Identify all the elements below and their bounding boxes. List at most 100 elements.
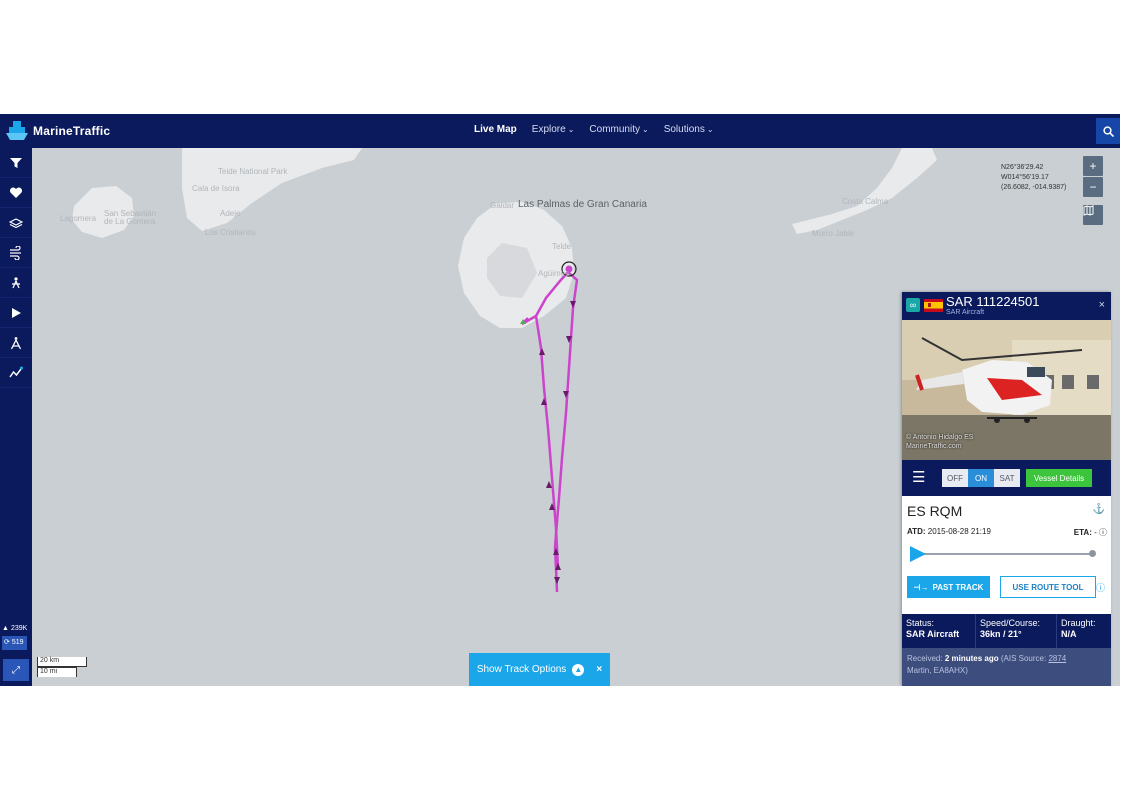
status-cell: Status: SAR Aircraft (902, 614, 976, 648)
vessel-count: ▲ 239K (2, 622, 27, 636)
brand-logo[interactable]: MarineTraffic (6, 121, 110, 141)
zoom-in-label: + (1089, 159, 1097, 173)
vessel-name: SAR 111224501 (946, 294, 1040, 309)
measure-icon (10, 336, 22, 349)
marinetraffic-app: MarineTraffic Live Map Explore ⌄ Communit… (0, 114, 1120, 686)
nav-live-map[interactable]: Live Map (474, 124, 517, 135)
place-cala-de-isora: Cala de Isora (192, 184, 240, 193)
nav-explore-label: Explore (531, 124, 566, 135)
search-button[interactable] (1096, 118, 1120, 144)
vessel-photo[interactable]: © Antonio Hidalgo ES MarineTraffic.com (902, 320, 1111, 460)
show-track-options-bar[interactable]: Show Track Options ▲ × (469, 653, 610, 686)
speed-value: 36kn / 21° (980, 629, 1022, 639)
layers-button[interactable] (0, 208, 32, 238)
favorites-button[interactable] (0, 178, 32, 208)
eta-field: ETA: - ⓘ (1074, 527, 1107, 538)
analytics-button[interactable] (0, 358, 32, 388)
draught-label: Draught: (1061, 618, 1096, 628)
scale-mi: 10 mi (37, 667, 77, 677)
selected-count-value: 519 (11, 639, 24, 646)
place-morro-jable: Morro Jable (812, 229, 855, 238)
selected-count[interactable]: ⟳ 519 (2, 636, 28, 650)
vessel-type: SAR Aircraft (946, 309, 985, 316)
close-panel-button[interactable]: × (1099, 299, 1105, 311)
status-value: SAR Aircraft (906, 629, 960, 639)
place-costa-calma: Costa Calma (842, 197, 889, 206)
photo-credit-author: © Antonio Hidalgo ES (906, 434, 974, 441)
vessel-info-panel: ∞ SAR 111224501 SAR Aircraft × © Antonio… (902, 292, 1111, 686)
coord-decimal: (26.6082, -014.9387) (1001, 184, 1067, 191)
place-adeje: Adeje (220, 209, 241, 218)
eta-value: - (1094, 528, 1097, 537)
nav-solutions[interactable]: Solutions ⌄ (664, 124, 714, 135)
place-teide-park: Teide National Park (218, 167, 288, 176)
map-type-button[interactable] (1083, 205, 1103, 225)
vessel-details-button[interactable]: Vessel Details (1026, 469, 1092, 487)
photo-credit: © Antonio Hidalgo ES MarineTraffic.com (906, 433, 973, 451)
view-mode-off[interactable]: OFF (942, 469, 968, 487)
fullscreen-icon: ⤢ (12, 664, 20, 676)
track-icon: ⊣→ (913, 582, 929, 592)
voyage-info: ES RQM ⚓ ATD: 2015-08-28 21:19 ETA: - ⓘ … (902, 496, 1111, 614)
route-info-icon[interactable]: ⓘ (1096, 581, 1105, 594)
refresh-icon: ⟳ (4, 639, 10, 646)
wind-icon (10, 245, 21, 260)
vessel-counters: ▲ 239K ⟳ 519 (2, 622, 28, 650)
search-icon (1102, 125, 1114, 137)
flag-spain-icon (924, 299, 943, 312)
chevron-up-icon[interactable]: ▲ (572, 663, 585, 676)
received-value: 2 minutes ago (944, 654, 999, 663)
vessel-count-value: 239K (10, 625, 28, 632)
past-track-label: PAST TRACK (932, 582, 984, 592)
link-icon[interactable]: ∞ (906, 298, 920, 312)
map-icon (1083, 205, 1094, 216)
density-button[interactable] (0, 268, 32, 298)
coord-lat: N26°36'29.42 (1001, 164, 1044, 171)
filter-button[interactable] (0, 148, 32, 178)
status-label: Status: (906, 618, 935, 628)
vessel-callsign: ES RQM (907, 503, 963, 519)
ais-source-link[interactable]: 2874 (1048, 654, 1066, 663)
analytics-icon (9, 366, 23, 377)
received-label: Received: (907, 654, 943, 663)
vessel-track (521, 271, 579, 593)
speed-label: Speed/Course: (980, 618, 1041, 628)
hamburger-menu-icon[interactable]: ☰ (912, 468, 925, 486)
vessel-toolbar: ☰ OFF ON SAT Vessel Details (902, 460, 1111, 496)
place-las-palmas: Las Palmas de Gran Canaria (518, 199, 647, 210)
anchor-help-icon[interactable]: ⚓ (1093, 504, 1105, 515)
nav-explore[interactable]: Explore ⌄ (532, 124, 575, 135)
top-navigation-bar: MarineTraffic Live Map Explore ⌄ Communit… (0, 114, 1120, 148)
speed-cell: Speed/Course: 36kn / 21° (976, 614, 1057, 648)
info-icon[interactable]: ⓘ (1099, 528, 1107, 537)
draught-value: N/A (1061, 629, 1077, 639)
atd-label: ATD: (907, 527, 926, 536)
cursor-coordinates: N26°36'29.42 W014°56'19.17 (26.6082, -01… (1001, 163, 1066, 193)
fullscreen-button[interactable]: ⤢ (3, 659, 29, 681)
scale-km: 20 km (37, 657, 87, 667)
nav-solutions-label: Solutions (663, 124, 705, 135)
measure-button[interactable] (0, 328, 32, 358)
draught-cell: Draught: N/A (1057, 614, 1100, 648)
playback-button[interactable] (0, 298, 32, 328)
nav-community[interactable]: Community ⌄ (589, 124, 648, 135)
track-options-close[interactable]: × (596, 664, 602, 675)
nav-community-label: Community (589, 124, 640, 135)
ship-count-icon: ▲ (2, 625, 9, 632)
view-mode-sat[interactable]: SAT (994, 469, 1020, 487)
use-route-tool-button[interactable]: USE ROUTE TOOL (1000, 576, 1096, 598)
place-telde: Telde (552, 242, 572, 251)
left-toolbar: ▲ 239K ⟳ 519 ⤢ (0, 148, 32, 686)
chevron-down-icon: ⌄ (706, 125, 714, 134)
atd-value: 2015-08-28 21:19 (927, 527, 991, 536)
zoom-in-button[interactable]: + (1083, 156, 1103, 176)
weather-button[interactable] (0, 238, 32, 268)
view-mode-on[interactable]: ON (968, 469, 994, 487)
brand-name: MarineTraffic (33, 124, 111, 138)
atd-field: ATD: 2015-08-28 21:19 (907, 527, 991, 536)
place-vallehermoso: Lagomera (60, 214, 97, 223)
past-track-button[interactable]: ⊣→ PAST TRACK (907, 576, 990, 598)
coord-lon: W014°56'19.17 (1001, 174, 1049, 181)
zoom-out-button[interactable]: − (1083, 177, 1103, 197)
nav-live-map-label: Live Map (474, 124, 517, 135)
